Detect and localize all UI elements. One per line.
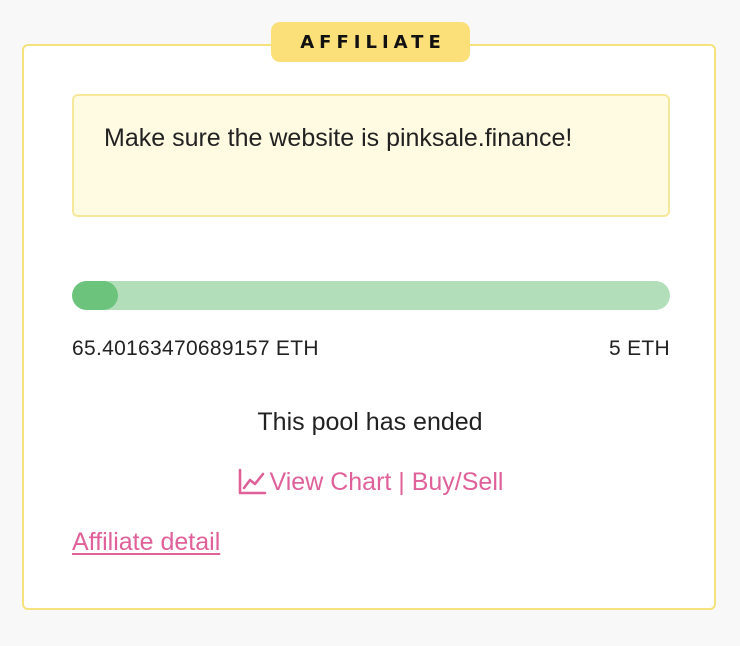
view-chart-label[interactable]: View Chart | Buy/Sell [270,466,504,498]
line-chart-icon [237,467,267,497]
affiliate-badge: AFFILIATE [271,22,470,62]
affiliate-detail-link[interactable]: Affiliate detail [72,526,220,558]
raised-amount: 65.40163470689157 ETH [72,337,319,360]
progress-fill [72,281,119,310]
website-warning-notice: Make sure the website is pinksale.financ… [72,94,670,217]
view-chart-link[interactable]: View Chart | Buy/Sell [0,466,740,498]
cap-amount: 5 ETH [608,337,670,360]
pool-status-text: This pool has ended [257,408,483,436]
progress-bar [72,281,670,310]
